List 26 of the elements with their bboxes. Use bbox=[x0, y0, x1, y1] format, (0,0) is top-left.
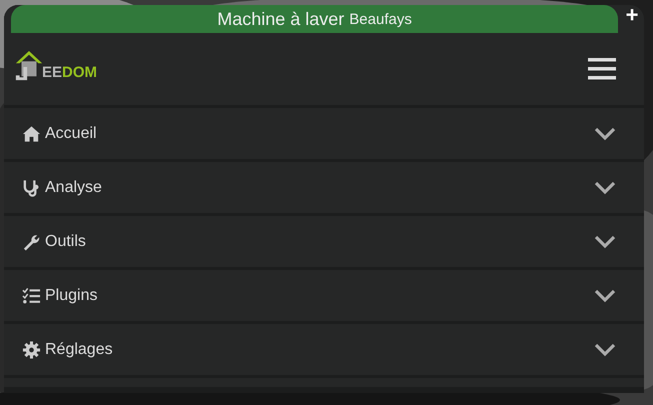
menu-item[interactable]: Outils bbox=[4, 216, 644, 267]
menu-item[interactable]: Réglages bbox=[4, 324, 644, 375]
location-label: Beaufays bbox=[349, 10, 412, 28]
menu-item[interactable]: Accueil bbox=[4, 108, 644, 159]
wrench-icon bbox=[22, 232, 41, 250]
stethoscope-icon bbox=[22, 178, 41, 196]
chevron-down-icon bbox=[594, 234, 616, 248]
chevron-down-icon bbox=[594, 126, 616, 140]
menu-button[interactable] bbox=[588, 57, 616, 81]
menu-label: Analyse bbox=[45, 178, 103, 196]
menu-label: Réglages bbox=[45, 340, 114, 358]
menu-label: Outils bbox=[45, 232, 87, 250]
menu-item[interactable]: Analyse bbox=[4, 162, 644, 213]
home-icon bbox=[22, 124, 41, 142]
menu-label: Plugins bbox=[45, 286, 98, 304]
settings-icon bbox=[22, 340, 41, 358]
house-logo-icon bbox=[14, 49, 44, 83]
window-title: Machine à laver bbox=[217, 8, 344, 30]
chevron-down-icon bbox=[594, 288, 616, 302]
menu-item[interactable]: Plugins bbox=[4, 270, 644, 321]
chevron-down-icon bbox=[594, 180, 616, 194]
chevron-down-icon bbox=[594, 342, 616, 356]
add-button[interactable]: + bbox=[620, 5, 644, 25]
checklist-icon bbox=[22, 286, 41, 304]
logo-text: EEDOM bbox=[42, 64, 98, 81]
menu-label: Accueil bbox=[45, 124, 98, 142]
